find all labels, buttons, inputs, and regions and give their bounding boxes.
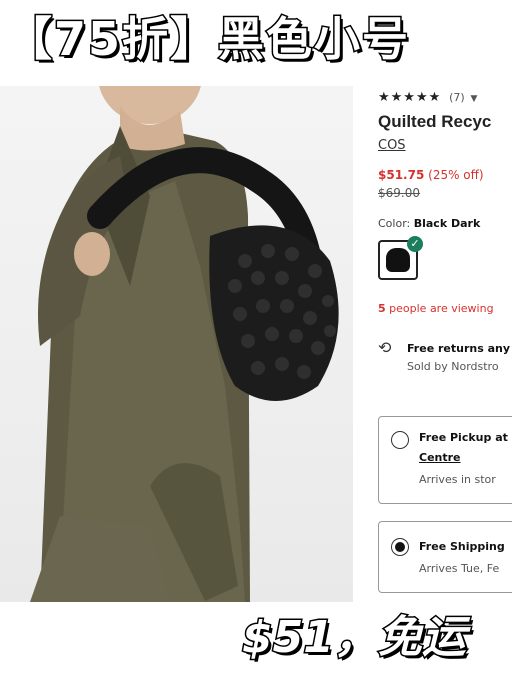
check-icon: ✓ <box>407 236 423 252</box>
viewers-note: 5 people are viewing <box>378 302 494 315</box>
shipping-radio-selected[interactable] <box>391 538 409 556</box>
pickup-store-link[interactable]: Centre <box>419 451 461 464</box>
product-detail-panel: ★★★★★ (7) ▼ Quilted Recyc COS $51.75 (25… <box>370 86 512 602</box>
shipping-arrival: Arrives Tue, Fe <box>419 562 500 575</box>
banner-title: 【75折】黑色小号 <box>5 11 411 68</box>
discount-badge: (25% off) <box>428 168 484 182</box>
pickup-radio[interactable] <box>391 431 409 449</box>
rating-count: (7) <box>449 91 465 104</box>
color-label: Color: <box>378 217 411 230</box>
product-title: Quilted Recyc <box>378 112 492 131</box>
product-photo <box>0 86 353 602</box>
viewer-text: people are viewing <box>389 302 494 315</box>
star-icon: ★★★★★ <box>378 90 442 105</box>
seller-note: Sold by Nordstro <box>407 360 499 373</box>
rating-summary[interactable]: ★★★★★ (7) ▼ <box>378 90 477 105</box>
pickup-arrival: Arrives in stor <box>419 473 496 486</box>
brand-link[interactable]: COS <box>378 138 406 153</box>
sale-price: $51.75 <box>378 168 425 182</box>
chevron-down-icon: ▼ <box>470 94 478 104</box>
original-price: $69.00 <box>378 186 420 200</box>
viewer-count: 5 <box>378 302 386 315</box>
pickup-option[interactable]: Free Pickup at Centre Arrives in stor <box>378 416 512 504</box>
shipping-option[interactable]: Free Shipping Arrives Tue, Fe <box>378 521 512 593</box>
returns-info: ⟲ Free returns any Sold by Nordstro <box>378 338 512 378</box>
color-value: Black Dark <box>413 217 481 230</box>
pickup-title: Free Pickup at <box>419 431 508 444</box>
model-with-bag-illustration <box>30 86 339 602</box>
color-label-row: Color: Black Dark <box>378 217 480 230</box>
returns-title: Free returns any <box>407 342 511 355</box>
package-return-icon: ⟲ <box>378 338 392 357</box>
bag-swatch-image <box>386 248 410 272</box>
sale-price-row: $51.75 (25% off) <box>378 168 484 182</box>
price-overlay-caption: $51，免运 <box>241 611 468 665</box>
shipping-title: Free Shipping <box>419 540 505 553</box>
